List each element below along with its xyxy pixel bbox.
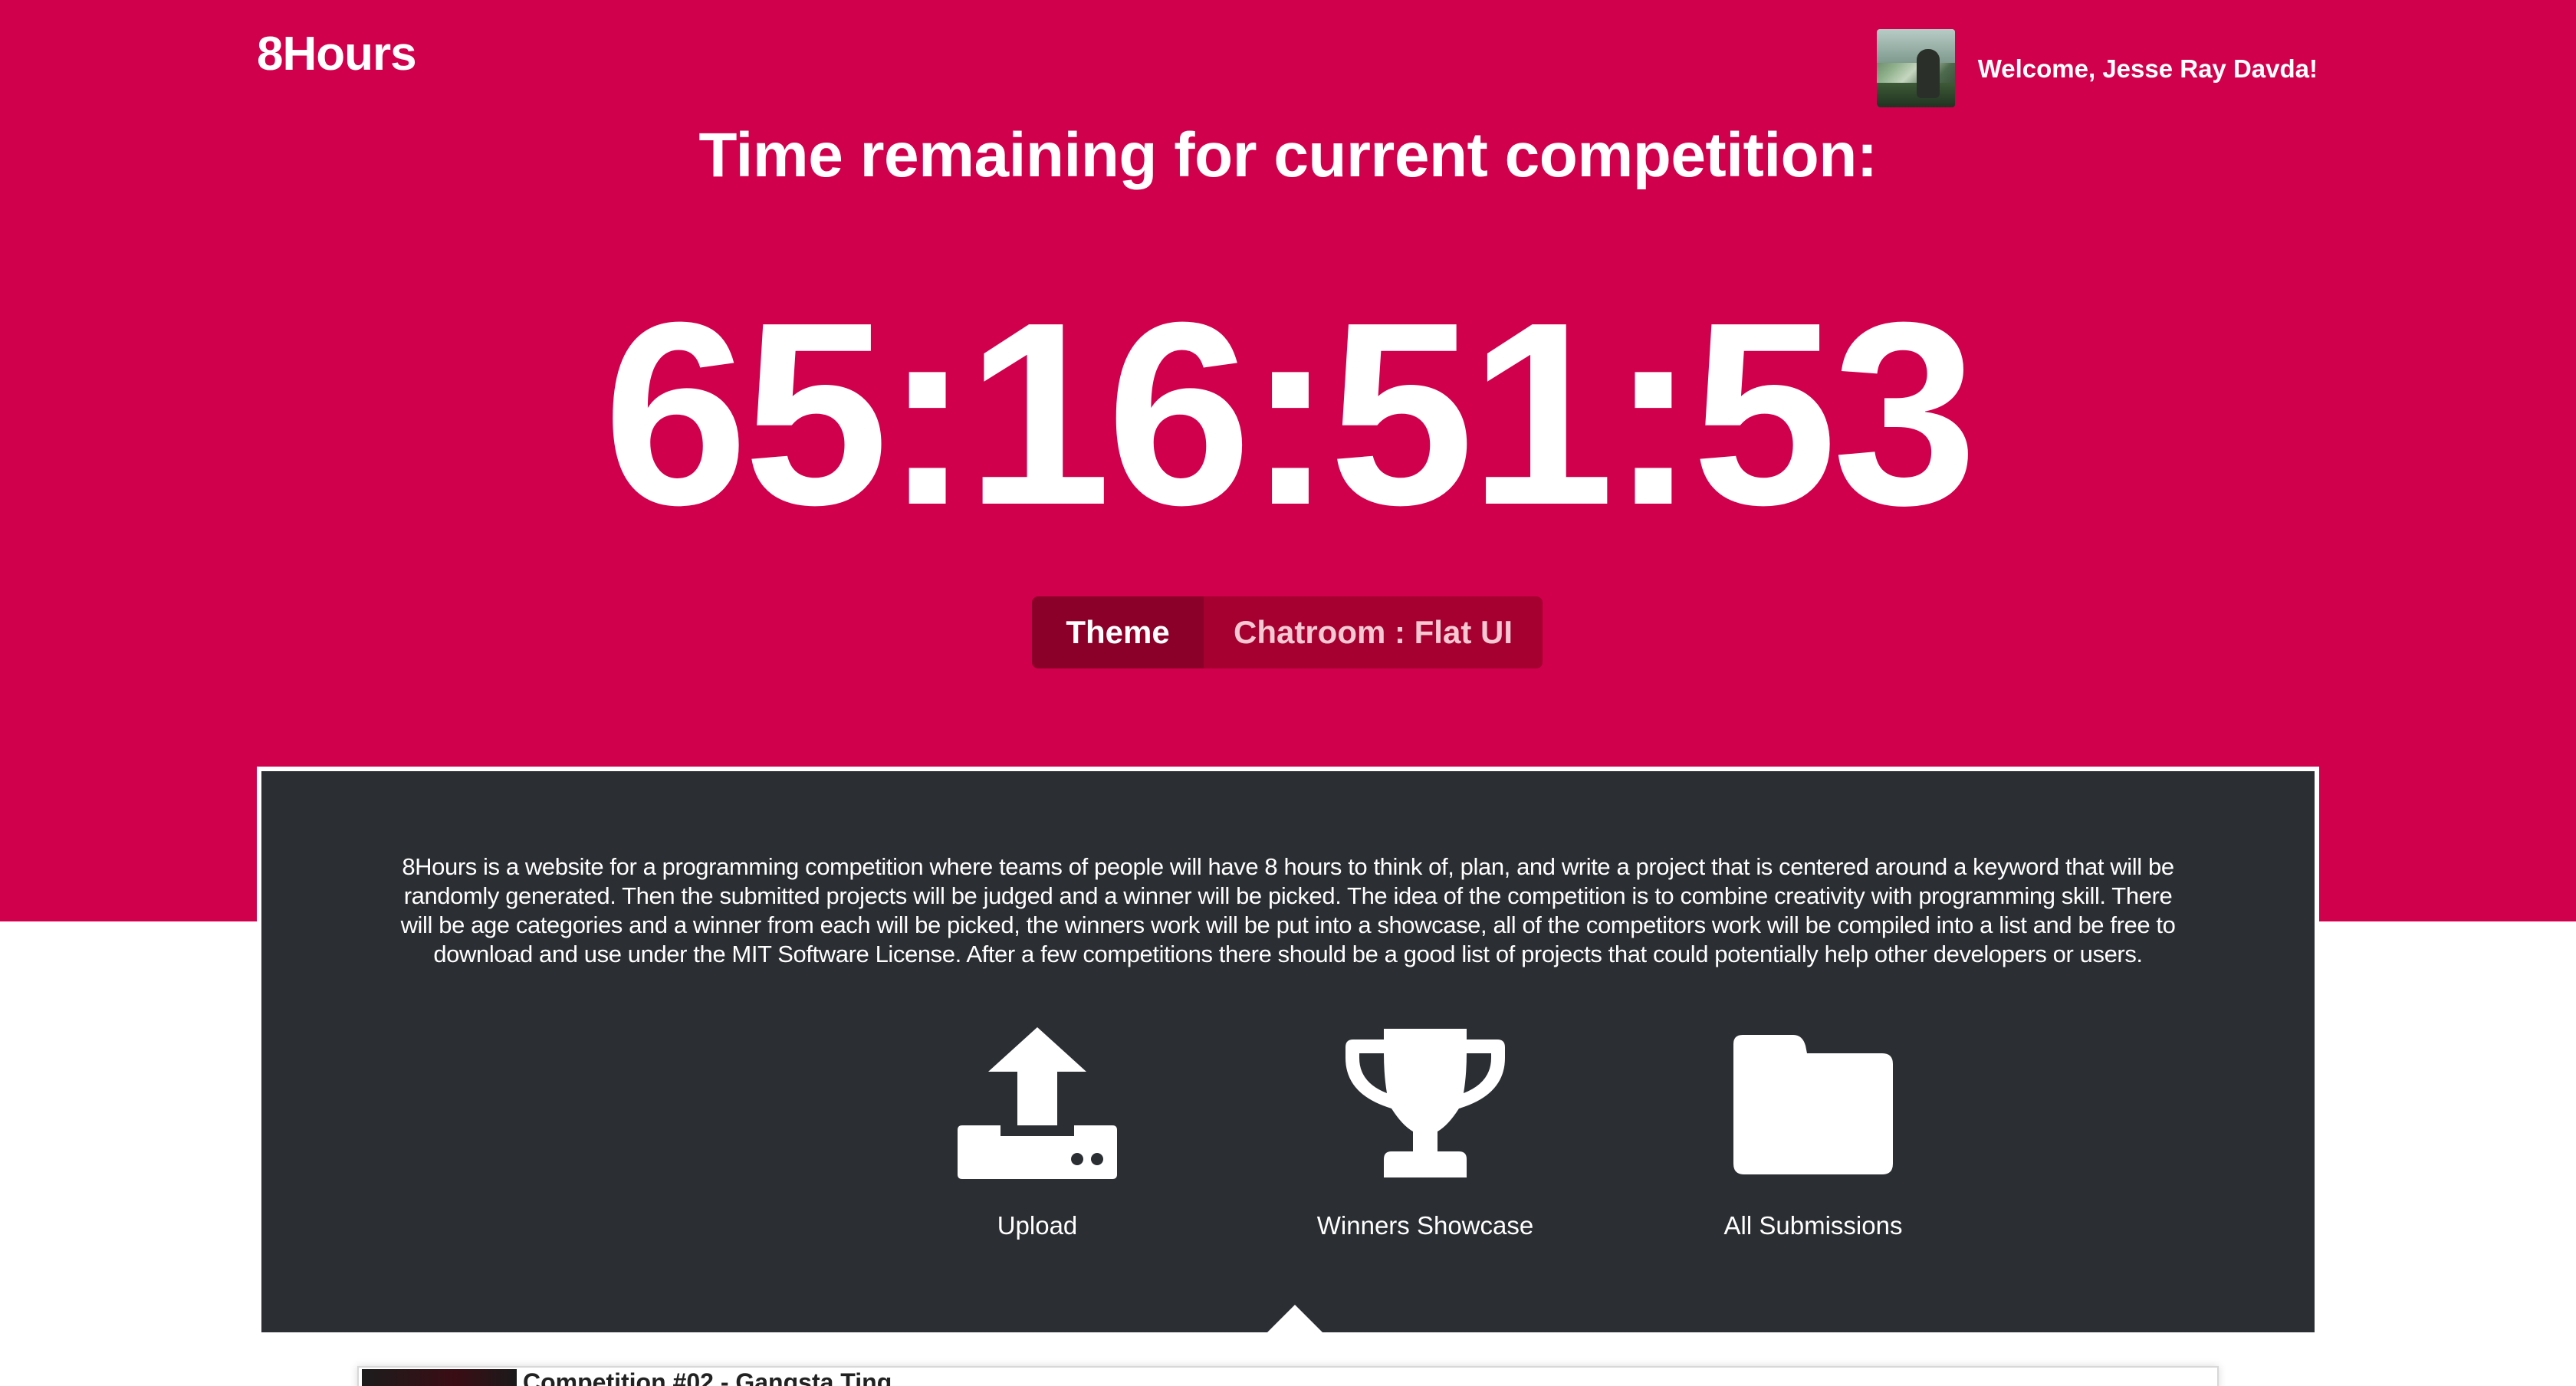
- feature-links: Upload Winners Showcase All Submissions: [261, 1024, 2315, 1254]
- page-title: Time remaining for current competition:: [698, 120, 1878, 190]
- upload-link[interactable]: Upload: [899, 1024, 1175, 1238]
- upload-icon: [958, 1027, 1117, 1179]
- brand-logo[interactable]: 8Hours: [257, 31, 417, 78]
- countdown-timer: 65:16:51:53: [603, 268, 1977, 560]
- competition-title[interactable]: Competition #02 - Gangsta Ting: [523, 1370, 892, 1386]
- trophy-icon: [1346, 1029, 1505, 1177]
- user-menu[interactable]: Welcome, Jesse Ray Davda!: [1876, 29, 2318, 107]
- about-panel: 8Hours is a website for a programming co…: [257, 767, 2319, 1337]
- about-description: 8Hours is a website for a programming co…: [400, 853, 2176, 967]
- page: 8Hours Welcome, Jesse Ray Davda! Time re…: [0, 0, 2576, 1386]
- theme-badge: Theme Chatroom : Flat UI: [1032, 596, 1543, 668]
- winners-showcase-link[interactable]: Winners Showcase: [1287, 1024, 1563, 1238]
- avatar[interactable]: [1876, 29, 1955, 107]
- theme-value: Chatroom : Flat UI: [1204, 596, 1543, 668]
- upload-label: Upload: [997, 1211, 1078, 1240]
- all-submissions-link[interactable]: All Submissions: [1675, 1024, 1951, 1238]
- welcome-text[interactable]: Welcome, Jesse Ray Davda!: [1978, 56, 2318, 81]
- all-submissions-label: All Submissions: [1723, 1211, 1903, 1240]
- competition-card[interactable]: Competition #02 - Gangsta Ting: [357, 1366, 2219, 1386]
- winners-showcase-label: Winners Showcase: [1316, 1211, 1534, 1240]
- competition-thumbnail: [362, 1369, 517, 1386]
- folder-icon: [1733, 1035, 1893, 1174]
- theme-label: Theme: [1032, 596, 1204, 668]
- panel-caret: [1263, 1305, 1327, 1337]
